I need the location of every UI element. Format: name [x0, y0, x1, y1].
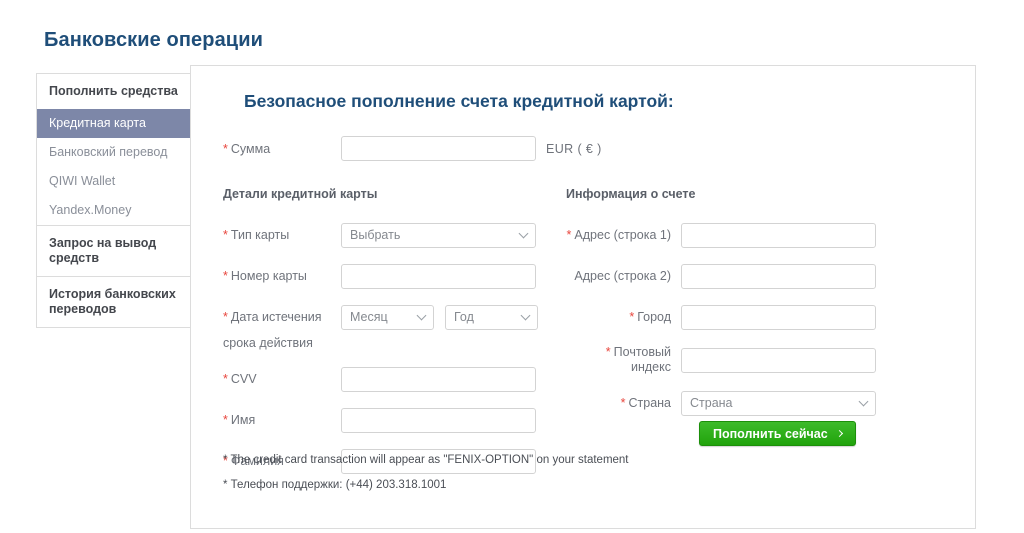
required-asterisk: * [223, 371, 228, 386]
card-type-selected-value: Выбрать [350, 228, 401, 242]
chevron-right-icon [835, 429, 843, 438]
address2-input[interactable] [681, 263, 876, 289]
country-label: * Страна [620, 395, 671, 410]
sidebar-group-deposit: Пополнить средства Кредитная карта Банко… [37, 74, 190, 226]
amount-label: * Сумма [223, 141, 271, 156]
deposit-now-button-label: Пополнить сейчас [713, 426, 828, 441]
amount-row: * Сумма EUR ( € ) [223, 136, 602, 161]
field-row-expiry: * Дата истечения Месяц Год [223, 304, 543, 330]
sidebar-item-credit-card[interactable]: Кредитная карта [37, 109, 190, 138]
field-row-country: * Страна Страна [566, 390, 916, 416]
required-asterisk: * [223, 309, 228, 324]
field-row-postcode: * Почтовый индекс [566, 345, 916, 375]
first-name-label: * Имя [223, 412, 256, 427]
page-title: Банковские операции [44, 29, 263, 51]
account-info-title: Информация о счете [566, 187, 696, 201]
required-asterisk: * [620, 395, 626, 410]
field-row-city: * Город [566, 304, 916, 330]
card-number-label: * Номер карты [223, 268, 307, 283]
sidebar-header-transfer-history[interactable]: История банковских переводов [37, 277, 190, 327]
expiry-month-selected-value: Месяц [350, 310, 388, 324]
required-asterisk: * [223, 268, 228, 283]
sidebar-header-withdraw-request[interactable]: Запрос на вывод средств [37, 226, 190, 276]
form-notes: * The credit card transaction will appea… [223, 454, 629, 504]
note-support-phone: * Телефон поддержки: (+44) 203.318.1001 [223, 479, 447, 491]
account-info-column: Информация о счете * Адрес (строка 1) Адр… [566, 187, 916, 431]
currency-label: EUR ( € ) [546, 141, 602, 156]
address1-input[interactable] [681, 222, 876, 248]
city-label: * Город [629, 309, 671, 324]
sidebar-group-withdraw: Запрос на вывод средств [37, 226, 190, 277]
field-row-card-type: * Тип карты Выбрать [223, 222, 543, 248]
expiry-month-select[interactable]: Месяц [341, 304, 434, 330]
address2-label: Адрес (строка 2) [574, 268, 671, 283]
required-asterisk: * [629, 309, 635, 324]
postcode-input[interactable] [681, 347, 876, 373]
card-type-label: * Тип карты [223, 227, 290, 242]
required-asterisk: * [605, 345, 611, 359]
country-select[interactable]: Страна [681, 390, 876, 416]
sidebar-item-qiwi-wallet[interactable]: QIWI Wallet [37, 167, 190, 196]
expiry-year-select[interactable]: Год [445, 304, 538, 330]
sidebar: Пополнить средства Кредитная карта Банко… [36, 73, 191, 328]
submit-button-wrapper: Пополнить сейчас [699, 421, 856, 446]
sidebar-item-yandex-money[interactable]: Yandex.Money [37, 196, 190, 225]
expiry-selects: Месяц Год [341, 304, 538, 330]
cvv-label: * CVV [223, 371, 257, 386]
card-number-input[interactable] [341, 263, 536, 289]
field-row-cvv: * CVV [223, 366, 543, 392]
field-row-address1: * Адрес (строка 1) [566, 222, 916, 248]
note-statement-descriptor: * The credit card transaction will appea… [223, 454, 629, 466]
amount-input[interactable] [341, 136, 536, 161]
required-asterisk: * [223, 227, 228, 242]
field-row-first-name: * Имя [223, 407, 543, 433]
required-asterisk: * [566, 227, 572, 242]
sidebar-item-bank-transfer[interactable]: Банковский перевод [37, 138, 190, 167]
chevron-down-icon [858, 396, 869, 407]
deposit-now-button[interactable]: Пополнить сейчас [699, 421, 856, 446]
postcode-label: * Почтовый индекс [605, 345, 671, 374]
field-row-card-number: * Номер карты [223, 263, 543, 289]
chevron-down-icon [518, 228, 529, 239]
expiry-label: * Дата истечения [223, 309, 322, 324]
bank-operations-page: Банковские операции Пополнить средства К… [0, 0, 1024, 533]
expiry-label-line2: срока действия [223, 336, 313, 350]
sidebar-group-history: История банковских переводов [37, 277, 190, 327]
sidebar-header-deposit[interactable]: Пополнить средства [37, 74, 190, 109]
card-details-title: Детали кредитной карты [223, 187, 378, 201]
card-details-column: Детали кредитной карты * Тип карты Выбрат… [223, 187, 543, 489]
country-selected-value: Страна [690, 396, 733, 410]
chevron-down-icon [520, 310, 531, 321]
deposit-form-panel: Безопасное пополнение счета кредитной ка… [190, 65, 976, 529]
required-asterisk: * [223, 412, 228, 427]
city-input[interactable] [681, 304, 876, 330]
required-asterisk: * [223, 141, 228, 156]
card-type-select[interactable]: Выбрать [341, 222, 536, 248]
field-row-address2: Адрес (строка 2) [566, 263, 916, 289]
form-heading: Безопасное пополнение счета кредитной ка… [244, 91, 674, 111]
cvv-input[interactable] [341, 366, 536, 392]
chevron-down-icon [416, 310, 427, 321]
address1-label: * Адрес (строка 1) [566, 227, 671, 242]
expiry-year-selected-value: Год [454, 310, 474, 324]
first-name-input[interactable] [341, 407, 536, 433]
